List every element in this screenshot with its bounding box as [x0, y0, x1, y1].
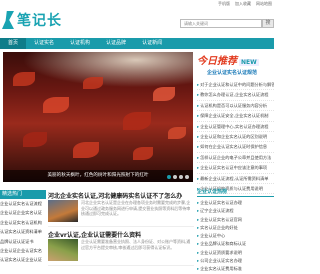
hot-badge: NEW — [239, 59, 259, 66]
right-ranking: 企业认证热榜 企业认证实名认证办理 辽宁企业认证流程 企业认证实名认证官网 实名… — [197, 188, 274, 271]
list-item[interactable]: 品牌认证认证证书 — [0, 237, 46, 246]
list-item[interactable]: 企业认证企业认证实名 — [0, 246, 46, 255]
article-summary: 河北企业实名认证是企业在办理各项业务时需要完成的步骤,企业可以通过政务服务网进行… — [81, 200, 191, 217]
list-item[interactable]: 对于企业认证和认证中的问题分析与解答 — [197, 80, 274, 91]
left-column-heading: 精选热门 — [0, 190, 46, 199]
list-item[interactable]: 企业认证实名认证办理 — [197, 199, 274, 207]
article-list: 河北企业实名认证,河北健康码实名认证不了怎么办 河北企业实名认证是企业在办理各项… — [48, 188, 194, 266]
top-link[interactable]: 加入收藏 — [235, 0, 251, 7]
article-thumbnail[interactable] — [48, 239, 78, 261]
ranking-list: 企业认证实名认证办理 辽宁企业认证流程 企业认证实名认证官网 实名认证企业的好处… — [197, 199, 274, 274]
list-item[interactable]: 企业认证资质要求说明 — [197, 249, 274, 257]
list-item[interactable]: 公司企业认证实名办理 — [197, 257, 274, 265]
top-link[interactable]: 网站地图 — [256, 0, 272, 7]
list-item[interactable]: 企业实名认证费用标准 — [197, 265, 274, 273]
list-item[interactable]: 教你怎么办理认证,企业实名认证流程 — [197, 90, 274, 101]
list-item[interactable]: 如何在企业认证实名认证时保护信息 — [197, 142, 274, 153]
leaf-shape — [23, 132, 47, 147]
nav-item[interactable]: 认证机构 — [62, 38, 98, 49]
list-item[interactable]: 认证机构是否可以认证服务内容分析 — [197, 101, 274, 112]
hero-slider[interactable]: 美丽的秋天枫叶，红色的树叶和阳光照射下的红叶 — [3, 52, 193, 182]
ranking-heading: 企业认证热榜 — [197, 188, 274, 197]
left-column: 精选热门 企业认证实名认证流程 企业认证企业实名认证 企业认证实名认证机构 认证… — [0, 190, 46, 266]
slider-dots — [167, 175, 189, 179]
leaf-shape — [83, 77, 103, 89]
list-item[interactable]: 企业认证中心 — [197, 232, 274, 240]
nav-item[interactable]: 认证实名 — [26, 38, 62, 49]
logo-text: 笔记长 — [17, 13, 62, 29]
top-links: 手机版 加入收藏 网站地图 — [218, 0, 272, 7]
list-item[interactable]: 辽宁企业认证流程 — [197, 207, 274, 215]
site-logo[interactable]: 笔记长 — [2, 8, 62, 32]
nav-item[interactable]: 认证品牌 — [98, 38, 134, 49]
leaf-shape — [123, 112, 151, 130]
list-item[interactable]: 企业认证实名认证机构 — [0, 218, 46, 227]
article-title[interactable]: 河北企业实名认证,河北健康码实名认证不了怎么办 — [48, 191, 194, 200]
leaf-shape — [153, 87, 175, 101]
list-item[interactable]: 怎样认证企业的电子公章并且使用方法 — [197, 153, 274, 164]
hot-title-text: 今日推荐 — [197, 56, 237, 67]
hot-title: 今日推荐 NEW — [197, 52, 274, 67]
list-item[interactable]: 认证实名认证企业认证 — [0, 255, 46, 264]
nav-item-home[interactable]: 首页 — [0, 38, 27, 49]
article-item[interactable]: 企业vr认证,企业认证需要什么资料 企业认证需要准备营业执照、法人身份证、对公账… — [48, 227, 194, 266]
list-item[interactable]: 企业认证实名认证中应该注意的事项 — [197, 163, 274, 174]
list-item[interactable]: 企业品牌认证和商标认证 — [197, 240, 274, 248]
article-thumbnail[interactable] — [48, 200, 78, 222]
hot-subtitle[interactable]: 企业认证实名认证规范 — [207, 69, 274, 76]
slider-dot[interactable] — [185, 175, 189, 179]
article-summary: 企业认证需要准备营业执照、法人身份证、对公账户等资料,通过官方平台提交审核,审核… — [81, 239, 191, 250]
leaf-shape — [133, 147, 153, 160]
article-title[interactable]: 企业vr认证,企业认证需要什么资料 — [48, 230, 194, 239]
logo-icon — [2, 11, 14, 29]
slider-dot[interactable] — [167, 175, 171, 179]
list-item[interactable]: 企业认证实名认证官网 — [197, 216, 274, 224]
main-nav: 首页 认证实名 认证机构 认证品牌 认证新闻 — [0, 38, 274, 49]
leaf-shape — [43, 97, 69, 113]
hot-recommend: 今日推荐NEW 企业认证实名认证规范 对于企业认证和认证中的问题分析与解答 教你… — [197, 52, 274, 195]
slider-dot[interactable] — [173, 175, 177, 179]
list-item[interactable]: 企业认证实名认证流程 — [0, 199, 46, 208]
leaf-shape — [13, 72, 35, 86]
list-item[interactable]: 认证实名认证资料清单 — [0, 227, 46, 236]
list-item[interactable]: 企业认证企业实名认证 — [0, 208, 46, 217]
article-item[interactable]: 河北企业实名认证,河北健康码实名认证不了怎么办 河北企业实名认证是企业在办理各项… — [48, 188, 194, 227]
slider-dot[interactable] — [179, 175, 183, 179]
leaf-shape — [168, 127, 186, 139]
list-item[interactable]: 最新企业认证流程,认证所需资料清单 — [197, 174, 274, 185]
list-item[interactable]: 企业认证和企业实名认证的区别说明 — [197, 132, 274, 143]
hot-list: 对于企业认证和认证中的问题分析与解答 教你怎么办理认证,企业实名认证流程 认证机… — [197, 80, 274, 195]
nav-item[interactable]: 认证新闻 — [134, 38, 170, 49]
top-link[interactable]: 手机版 — [218, 0, 230, 7]
hero-caption[interactable]: 美丽的秋天枫叶，红色的树叶和阳光照射下的红叶 — [3, 170, 193, 182]
list-item[interactable]: 保障企业认证安全,企业实名认证机制 — [197, 111, 274, 122]
search-input[interactable]: 请输入关键词 — [180, 19, 262, 28]
left-list: 企业认证实名认证流程 企业认证企业实名认证 企业认证实名认证机构 认证实名认证资… — [0, 199, 46, 265]
list-item[interactable]: 企业认证管理中心,实名认证办理流程 — [197, 122, 274, 133]
leaf-shape — [73, 142, 99, 158]
list-item[interactable]: 实名认证企业的好处 — [197, 224, 274, 232]
search-button[interactable]: 搜 — [262, 19, 274, 28]
